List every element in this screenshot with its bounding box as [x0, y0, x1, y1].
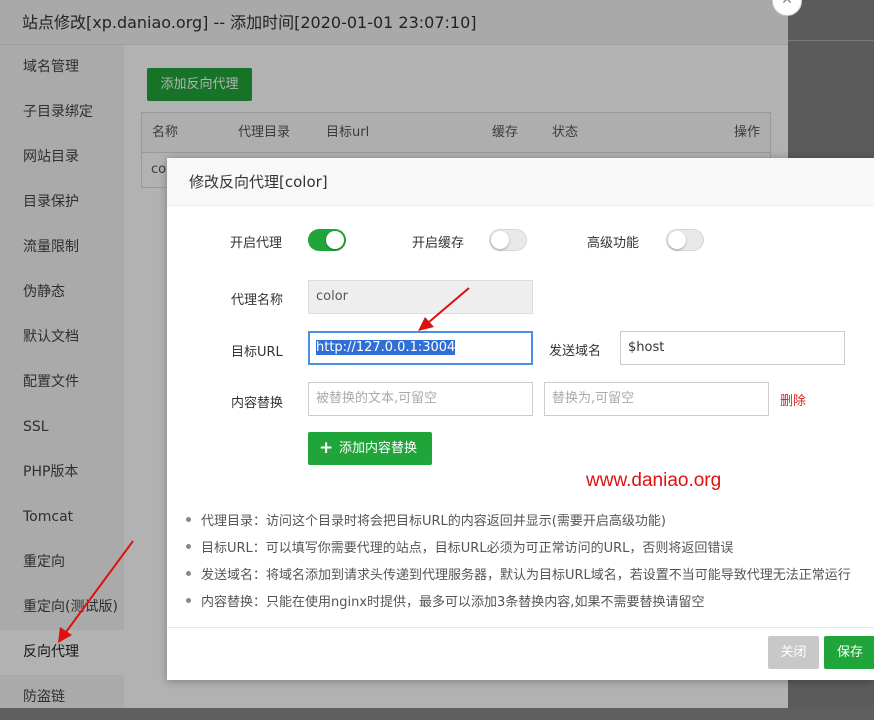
arrow-to-reverse-proxy	[58, 540, 134, 643]
annotation-arrow-target-url	[418, 287, 470, 331]
edit-reverse-proxy-dialog: 修改反向代理[color] 开启代理 开启缓存 高级功能 代理名称 color …	[167, 158, 874, 680]
